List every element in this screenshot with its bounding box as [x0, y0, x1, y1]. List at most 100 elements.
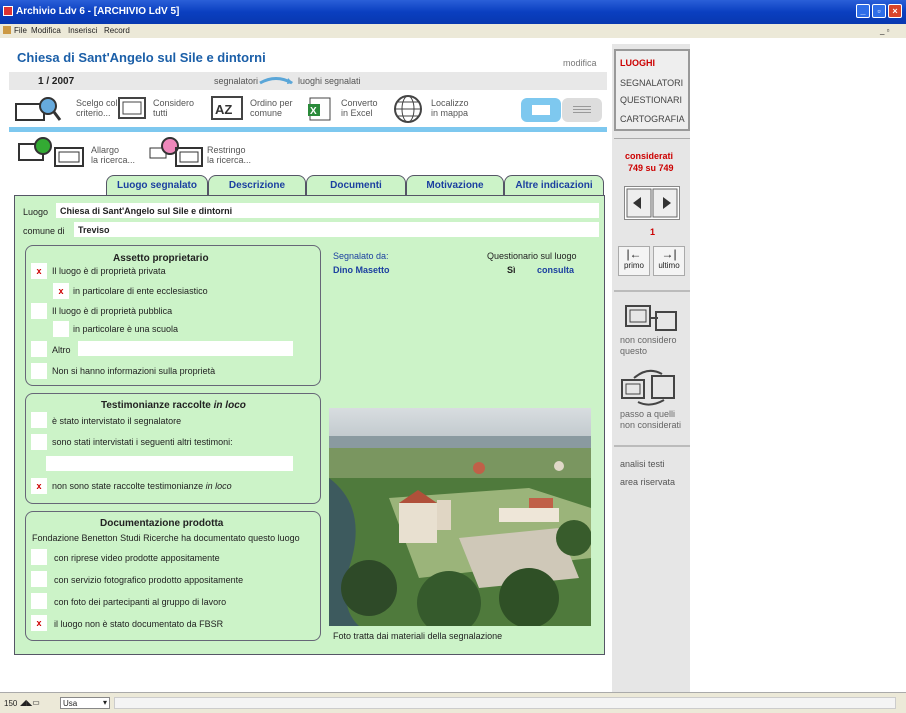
scelgo-button[interactable]: Scelgo col criterio... — [76, 98, 118, 118]
documentazione-title: Documentazione prodotta — [100, 518, 224, 529]
area-riservata-link[interactable]: area riservata — [620, 477, 675, 487]
menu-record[interactable]: Record — [104, 26, 130, 35]
allargo-button[interactable]: Allargo la ricerca... — [91, 145, 135, 165]
tab-documenti[interactable]: Documenti — [306, 175, 406, 195]
questionario-value: Sì — [507, 265, 516, 275]
exclude-icon[interactable] — [624, 304, 678, 334]
converto-button[interactable]: Converto in Excel — [341, 98, 378, 118]
first-button[interactable]: |← primo — [618, 246, 650, 276]
mode-select[interactable]: Usa ▾ — [60, 697, 110, 709]
title-bar: Archivio Ldv 6 - [ARCHIVIO LdV 5] _ ▫ × — [0, 0, 906, 24]
altro-input[interactable] — [78, 341, 293, 356]
testimoni-input[interactable] — [46, 456, 293, 471]
svg-text:X: X — [310, 106, 317, 117]
menu-inserisci[interactable]: Inserisci — [68, 26, 97, 35]
non-considero-button[interactable]: non considero questo — [620, 335, 677, 357]
maximize-button[interactable]: ▫ — [872, 4, 886, 18]
sort-az-icon[interactable]: AZ — [211, 96, 245, 122]
checkbox-no-info[interactable] — [31, 363, 47, 379]
luogo-value: Chiesa di Sant'Angelo sul Sile e dintorn… — [60, 206, 233, 216]
list-view-toggle[interactable] — [562, 98, 602, 122]
doc-icon — [3, 26, 11, 34]
documentazione-item-label: con foto dei partecipanti al gruppo di l… — [54, 597, 227, 607]
luogo-label: Luogo — [23, 207, 49, 217]
modify-link[interactable]: modifica — [563, 58, 597, 68]
checkbox-ente-ecclesiastico[interactable]: x — [53, 283, 69, 299]
questionario-label: Questionario sul luogo — [487, 251, 577, 261]
location-photo — [329, 408, 591, 626]
swap-sets-icon[interactable] — [620, 368, 678, 406]
assetto-item-label: Il luogo è di proprietà privata — [52, 266, 166, 276]
status-bar: 150 ◢◣▭ Usa ▾ — [0, 692, 906, 713]
search-select-icon[interactable] — [14, 94, 62, 124]
checkbox-altro[interactable] — [31, 341, 47, 357]
close-button[interactable]: × — [888, 4, 902, 18]
checkbox-foto-partecipanti[interactable] — [31, 593, 47, 609]
testimonianze-item-label: è stato intervistato il segnalatore — [52, 416, 182, 426]
globe-icon[interactable] — [393, 94, 423, 124]
segnalatore-name[interactable]: Dino Masetto — [333, 265, 390, 275]
segnalatori-link[interactable]: segnalatori — [214, 76, 258, 86]
assetto-item-label: in particolare è una scuola — [73, 324, 179, 334]
app-icon — [3, 6, 13, 16]
analisi-testi-link[interactable]: analisi testi — [620, 459, 665, 469]
consider-all-icon[interactable] — [117, 96, 149, 122]
checkbox-altri-testimoni[interactable] — [31, 434, 47, 450]
excel-icon[interactable]: X — [306, 96, 336, 122]
sidebar-item-segnalatori[interactable]: SEGNALATORI — [620, 78, 683, 88]
menu-bar: File Modifica Inserisci Record _ ▫ — [0, 24, 906, 38]
photo-caption: Foto tratta dai materiali della segnalaz… — [333, 631, 503, 641]
checkbox-proprieta-pubblica[interactable] — [31, 303, 47, 319]
svg-text:AZ: AZ — [215, 102, 232, 117]
restrict-search-icon[interactable] — [148, 136, 204, 170]
record-navigator[interactable] — [624, 186, 680, 220]
assetto-item-label: Altro — [52, 345, 71, 355]
menu-modifica[interactable]: Modifica — [31, 26, 61, 35]
book-nav-icon — [626, 188, 678, 218]
testimonianze-title: Testimonianze raccolte in loco — [101, 400, 246, 411]
checkbox-no-testimonianze[interactable]: x — [31, 478, 47, 494]
blue-divider — [9, 127, 607, 132]
assetto-title: Assetto proprietario — [113, 253, 209, 264]
documentazione-item-label: il luogo non è stato documentato da FBSR — [54, 619, 224, 629]
enlarge-search-icon[interactable] — [17, 136, 87, 170]
minimize-button[interactable]: _ — [856, 4, 870, 18]
last-button[interactable]: →| ultimo — [653, 246, 685, 276]
checkbox-non-documentato[interactable]: x — [31, 615, 47, 631]
sidebar-divider — [614, 138, 690, 139]
checkbox-intervistato-segnalatore[interactable] — [31, 412, 47, 428]
tab-descrizione[interactable]: Descrizione — [208, 175, 306, 195]
zoom-level[interactable]: 150 — [4, 699, 17, 708]
testimonianze-item-label: non sono state raccolte testimonianze in… — [52, 481, 232, 491]
luoghi-segnalati-link[interactable]: luoghi segnalati — [298, 76, 361, 86]
assetto-item-label: Il luogo è di proprietà pubblica — [52, 306, 173, 316]
considerati-label: considerati — [625, 151, 674, 161]
localizzo-button[interactable]: Localizzo in mappa — [431, 98, 469, 118]
tab-motivazione[interactable]: Motivazione — [406, 175, 504, 195]
card-view-toggle[interactable] — [521, 98, 561, 122]
checkbox-servizio-fotografico[interactable] — [31, 571, 47, 587]
sidebar-divider — [614, 445, 690, 447]
zoom-controls-icon[interactable]: ◢◣▭ — [20, 698, 60, 708]
comune-value: Treviso — [78, 225, 110, 235]
checkbox-scuola[interactable] — [53, 321, 69, 337]
menu-file[interactable]: File — [14, 26, 27, 35]
sidebar-item-cartografia[interactable]: CARTOGRAFIA — [620, 114, 685, 124]
passo-button[interactable]: passo a quelli non considerati — [620, 409, 681, 431]
tab-luogo-segnalato[interactable]: Luogo segnalato — [106, 175, 208, 195]
documentazione-subtitle: Fondazione Benetton Studi Ricerche ha do… — [32, 533, 300, 543]
sidebar-item-questionari[interactable]: QUESTIONARI — [620, 95, 682, 105]
ordino-button[interactable]: Ordino per comune — [250, 98, 293, 118]
swap-arrows-icon — [259, 77, 293, 85]
assetto-item-label: Non si hanno informazioni sulla propriet… — [52, 366, 216, 376]
checkbox-riprese-video[interactable] — [31, 549, 47, 565]
restringo-button[interactable]: Restringo la ricerca... — [207, 145, 251, 165]
horizontal-scrollbar[interactable] — [114, 697, 896, 709]
checkbox-proprieta-privata[interactable]: x — [31, 263, 47, 279]
tab-altre-indicazioni[interactable]: Altre indicazioni — [504, 175, 604, 195]
restore-icon[interactable]: _ ▫ — [880, 26, 890, 35]
comune-field[interactable] — [74, 222, 599, 237]
consulta-link[interactable]: consulta — [537, 265, 574, 275]
considero-button[interactable]: Considero tutti — [153, 98, 194, 118]
sidebar-item-luoghi[interactable]: LUOGHI — [620, 58, 655, 68]
